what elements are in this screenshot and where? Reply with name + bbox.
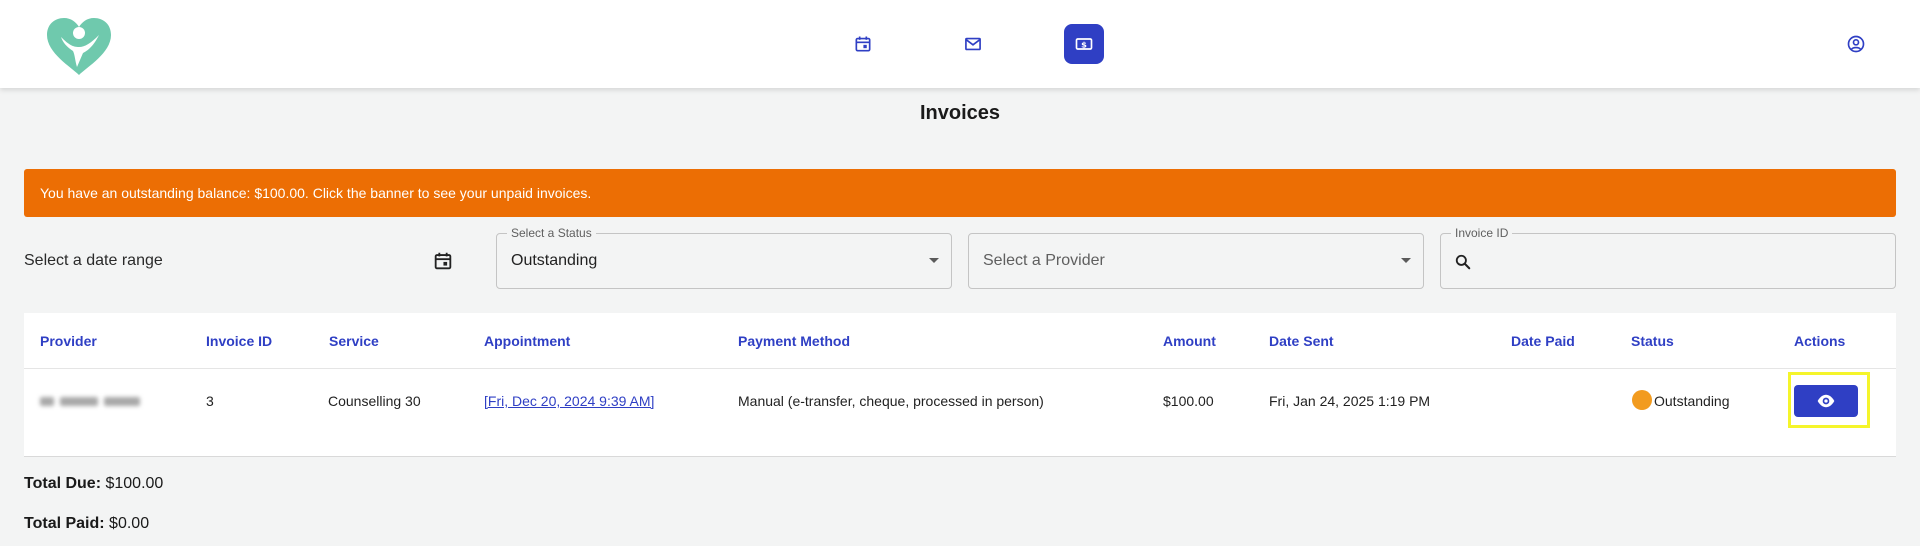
dropdown-arrow-icon [929, 258, 939, 263]
total-due-label: Total Due: [24, 475, 102, 492]
status-indicator-dot [1632, 390, 1652, 410]
nav-calendar-button[interactable] [843, 24, 883, 64]
cell-service: Counselling 30 [328, 393, 421, 409]
invoice-id-legend: Invoice ID [1451, 226, 1513, 240]
view-invoice-button[interactable] [1794, 385, 1858, 417]
date-range-label: Select a date range [24, 252, 163, 269]
svg-text:$: $ [1081, 39, 1087, 49]
cell-amount: $100.00 [1163, 393, 1214, 409]
column-header-payment-method[interactable]: Payment Method [738, 333, 850, 349]
total-due-value: $100.00 [105, 475, 164, 492]
status-select[interactable]: Select a Status Outstanding [496, 226, 952, 289]
total-paid-label: Total Paid: [24, 515, 105, 532]
eye-icon [1817, 394, 1835, 408]
column-header-invoice-id[interactable]: Invoice ID [206, 333, 272, 349]
total-paid-value: $0.00 [109, 515, 150, 532]
total-paid: Total Paid: $0.00 [24, 515, 149, 533]
date-range-picker[interactable]: Select a date range [24, 233, 464, 289]
column-header-actions: Actions [1794, 333, 1846, 349]
status-select-value: Outstanding [511, 252, 598, 269]
account-circle-icon [1847, 35, 1865, 53]
cell-status: Outstanding [1654, 393, 1730, 409]
search-icon [1455, 254, 1471, 270]
calendar-icon [855, 36, 871, 52]
header-divider [24, 368, 1896, 369]
cell-date-sent: Fri, Jan 24, 2025 1:19 PM [1269, 393, 1431, 409]
page-title: Invoices [919, 102, 1001, 124]
column-header-status[interactable]: Status [1631, 333, 1674, 349]
total-due: Total Due: $100.00 [24, 475, 163, 493]
provider-select-placeholder: Select a Provider [983, 252, 1105, 269]
provider-select[interactable]: Select a Provider [968, 233, 1424, 289]
invoices-table: Provider Invoice ID Service Appointment … [24, 313, 1896, 456]
profile-button[interactable] [1836, 24, 1876, 64]
appointment-link[interactable]: [Fri, Dec 20, 2024 9:39 AM] [484, 393, 654, 409]
banner-text: You have an outstanding balance: $100.00… [40, 185, 592, 201]
cell-payment-method: Manual (e-transfer, cheque, processed in… [738, 393, 1044, 409]
column-header-appointment[interactable]: Appointment [484, 333, 570, 349]
column-header-date-paid[interactable]: Date Paid [1511, 333, 1575, 349]
calendar-icon[interactable] [432, 250, 454, 272]
invoice-id-search-field[interactable]: Invoice ID [1440, 226, 1896, 289]
column-header-service[interactable]: Service [329, 333, 379, 349]
top-navigation-bar: $ [0, 0, 1920, 88]
totals-divider [24, 456, 1896, 457]
cell-invoice-id: 3 [206, 393, 214, 409]
status-select-legend: Select a Status [507, 226, 596, 240]
app-logo[interactable] [43, 17, 115, 77]
column-header-amount[interactable]: Amount [1163, 333, 1216, 349]
provider-name-redacted [40, 393, 144, 409]
nav-invoices-button[interactable]: $ [1064, 24, 1104, 64]
nav-messages-button[interactable] [953, 24, 993, 64]
mail-icon [965, 37, 981, 51]
column-header-provider[interactable]: Provider [40, 333, 97, 349]
outstanding-balance-banner[interactable]: You have an outstanding balance: $100.00… [24, 169, 1896, 217]
column-header-date-sent[interactable]: Date Sent [1269, 333, 1334, 349]
dollar-bill-icon: $ [1075, 38, 1093, 50]
dropdown-arrow-icon [1401, 258, 1411, 263]
